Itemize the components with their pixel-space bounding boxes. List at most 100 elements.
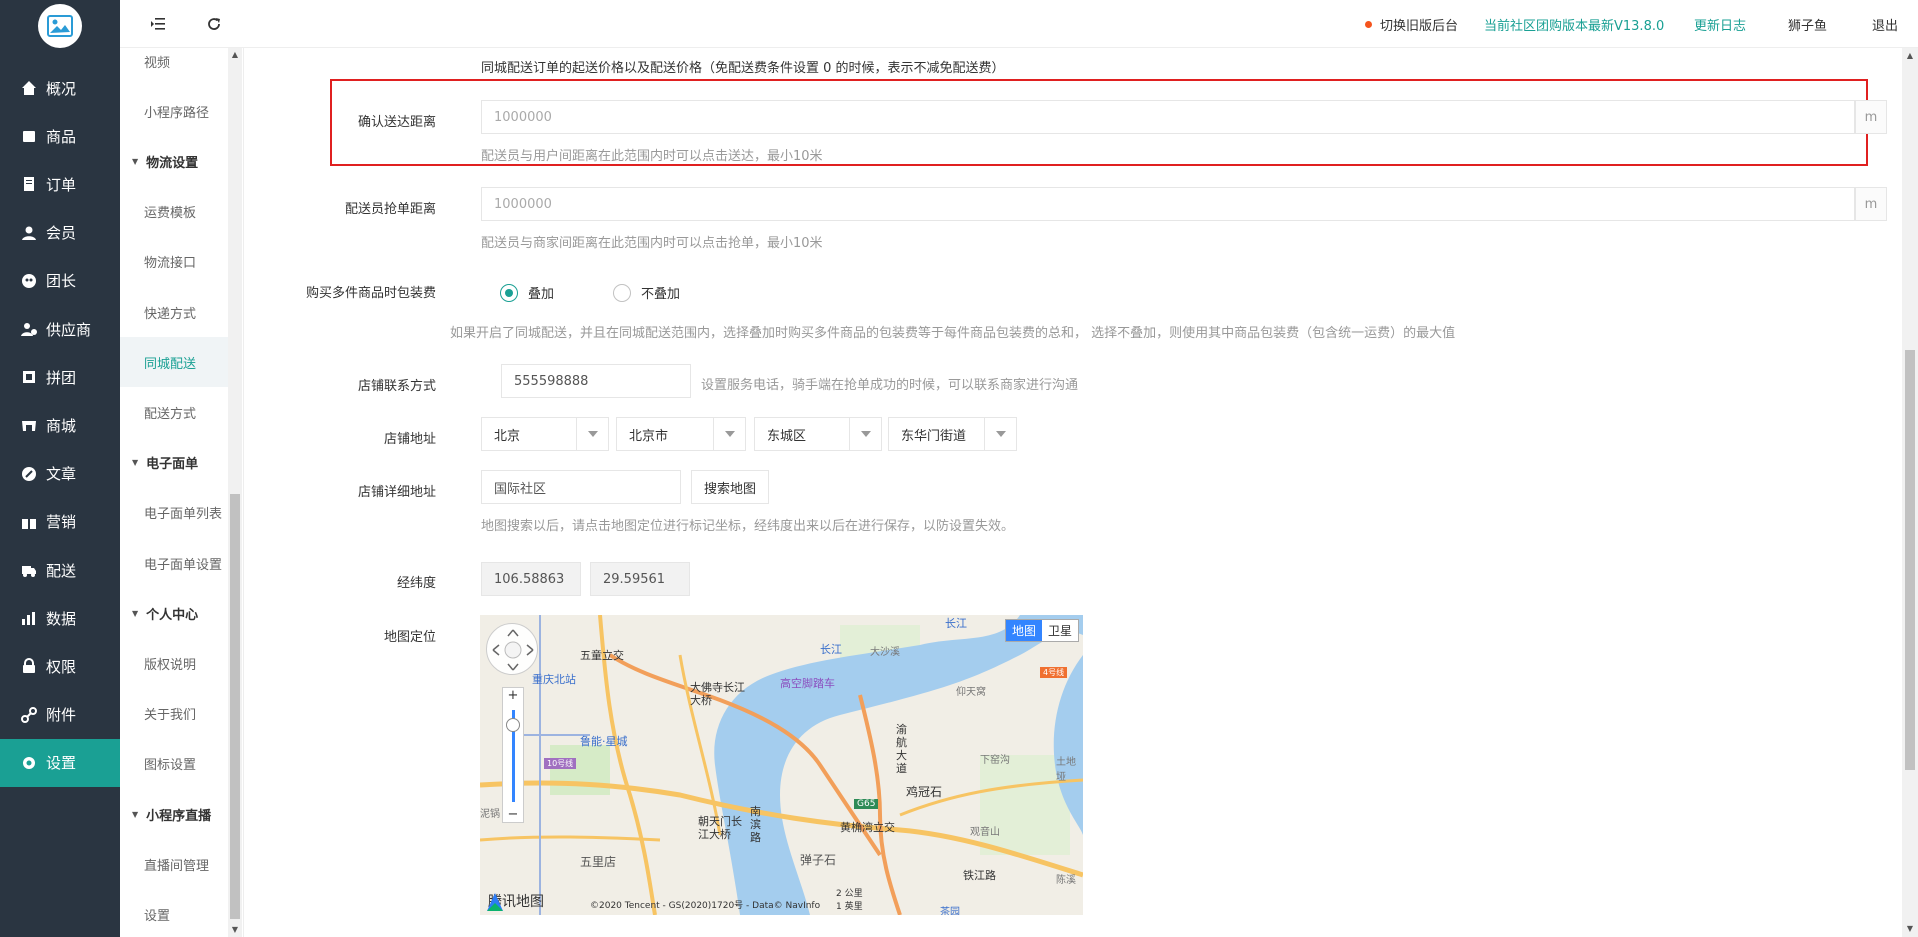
- sidebar-item-home[interactable]: 概况: [0, 64, 120, 112]
- submenu-item[interactable]: 直播间管理: [120, 839, 228, 889]
- province-select[interactable]: 北京: [481, 417, 609, 451]
- sidebar-item-leader[interactable]: 团长: [0, 257, 120, 305]
- search-map-button[interactable]: 搜索地图: [691, 470, 770, 504]
- place-label: 土地垭: [1056, 757, 1076, 783]
- scroll-thumb[interactable]: [230, 494, 240, 919]
- submenu-item[interactable]: 电子面单设置: [120, 538, 228, 588]
- scroll-down-icon[interactable]: ▼: [228, 923, 242, 937]
- submenu-item[interactable]: 快递方式: [120, 287, 228, 337]
- detail-address-input[interactable]: 国际社区: [481, 470, 681, 504]
- radio-no-stack-circle[interactable]: [613, 283, 631, 302]
- sidebar-item-gift[interactable]: 营销: [0, 498, 120, 546]
- logout-button[interactable]: 退出: [1872, 0, 1898, 48]
- latitude-input[interactable]: 29.59561: [590, 562, 690, 596]
- zoom-out-icon[interactable]: −: [503, 807, 523, 822]
- username-label[interactable]: 狮子鱼: [1788, 0, 1827, 48]
- sidebar-item-user[interactable]: 会员: [0, 209, 120, 257]
- zoom-handle[interactable]: [506, 718, 520, 732]
- confirm-distance-unit: m: [1855, 100, 1887, 134]
- zoom-in-icon[interactable]: +: [503, 688, 523, 703]
- submenu-group[interactable]: ▼ 小程序直播: [120, 789, 228, 839]
- submenu-item[interactable]: 图标设置: [120, 739, 228, 789]
- scroll-thumb[interactable]: [1905, 350, 1915, 770]
- settings-submenu: 视频 小程序路径 ▼ 物流设置 运费模板 物流接口 快递方式 同城配送 配送方式 ▼ 电子面单 电子面…: [120, 48, 244, 937]
- district-select[interactable]: 东城区: [754, 417, 882, 451]
- submenu-item[interactable]: 物流接口: [120, 237, 228, 287]
- sidebar-item-gear[interactable]: 设置: [0, 738, 120, 787]
- sidebar-item-label: 文章: [46, 465, 77, 484]
- sidebar-item-label: 附件: [46, 706, 77, 725]
- sidebar-item-label: 商品: [46, 127, 77, 146]
- tencent-map-logo: 腾讯地图: [484, 891, 544, 911]
- page-scrollbar[interactable]: ▲ ▼: [1902, 48, 1918, 937]
- sidebar-item-lock[interactable]: 权限: [0, 642, 120, 690]
- caret-down-icon: ▼: [132, 156, 139, 166]
- map-copyright: ©2020 Tencent - GS(2020)1720号 - Data© Na…: [590, 901, 821, 911]
- radio-stack-label: 叠加: [528, 287, 555, 302]
- sidebar-item-order[interactable]: 订单: [0, 160, 120, 208]
- street-select[interactable]: 东华门街道: [888, 417, 1017, 451]
- submenu-item[interactable]: 设置: [120, 889, 228, 937]
- version-link[interactable]: 当前社区团购版本最新V13.8.0: [1484, 0, 1664, 48]
- map-widget[interactable]: 五童立交 重庆北站 大佛寺长江大桥 高空脚踏车 大沙溪 鲁能·星城 渝航大道 鸡…: [480, 615, 1083, 915]
- scroll-down-icon[interactable]: ▼: [1902, 921, 1918, 937]
- submenu-item[interactable]: 同城配送: [120, 337, 228, 388]
- place-label: 铁江路: [963, 869, 996, 882]
- tab-map[interactable]: 地图: [1005, 620, 1042, 641]
- submenu-item[interactable]: 电子面单列表: [120, 488, 228, 538]
- sidebar-item-link[interactable]: 附件: [0, 691, 120, 739]
- highway-badge: G65: [854, 799, 879, 809]
- sidebar-item-label: 供应商: [46, 320, 92, 339]
- tab-satellite[interactable]: 卫星: [1042, 620, 1078, 641]
- submenu-label: 物流设置: [146, 155, 199, 171]
- refresh-icon[interactable]: [204, 14, 224, 34]
- sidebar-item-group[interactable]: 拼团: [0, 353, 120, 401]
- switch-old-link[interactable]: 切换旧版后台: [1365, 0, 1458, 48]
- sidebar-item-truck[interactable]: 配送: [0, 546, 120, 594]
- grab-distance-unit: m: [1855, 187, 1887, 221]
- sidebar-item-store[interactable]: 商城: [0, 401, 120, 449]
- sidebar-item-supplier[interactable]: 供应商: [0, 305, 120, 353]
- submenu-group[interactable]: ▼ 个人中心: [120, 588, 228, 638]
- sidebar-item-label: 拼团: [46, 368, 77, 387]
- confirm-distance-label: 确认送达距离: [357, 115, 436, 130]
- sidebar-item-chart[interactable]: 数据: [0, 594, 120, 642]
- submenu-item[interactable]: 配送方式: [120, 387, 228, 437]
- sidebar-item-article[interactable]: 文章: [0, 450, 120, 498]
- submenu-item[interactable]: 版权说明: [120, 638, 228, 688]
- submenu-item[interactable]: 视频: [120, 48, 228, 86]
- contact-label: 店铺联系方式: [357, 379, 436, 394]
- contact-input[interactable]: 555598888: [501, 364, 691, 398]
- map-zoom-control[interactable]: + −: [502, 687, 524, 823]
- map-label: 地图定位: [383, 630, 436, 645]
- scroll-up-icon[interactable]: ▲: [228, 48, 242, 62]
- grab-distance-input[interactable]: 1000000: [481, 187, 1855, 221]
- chevron-down-icon: [849, 418, 881, 450]
- longitude-input[interactable]: 106.58863: [481, 562, 581, 596]
- submenu-group[interactable]: ▼ 电子面单: [120, 438, 228, 488]
- submenu-item[interactable]: 运费模板: [120, 187, 228, 237]
- grab-distance-label: 配送员抢单距离: [344, 202, 436, 217]
- place-label: 高空脚踏车: [780, 677, 835, 690]
- changelog-link[interactable]: 更新日志: [1694, 0, 1746, 48]
- logo-avatar[interactable]: [38, 4, 82, 48]
- sidebar-item-label: 团长: [46, 272, 77, 291]
- city-select[interactable]: 北京市: [616, 417, 746, 451]
- submenu-item[interactable]: 小程序路径: [120, 86, 228, 136]
- place-label: 五里店: [580, 855, 617, 869]
- confirm-distance-input[interactable]: 1000000: [481, 100, 1855, 134]
- radio-stack[interactable]: 叠加: [500, 283, 554, 302]
- caret-down-icon: ▼: [132, 458, 139, 468]
- submenu-group[interactable]: ▼ 物流设置: [120, 136, 228, 186]
- submenu-item[interactable]: 关于我们: [120, 689, 228, 739]
- radio-no-stack[interactable]: 不叠加: [613, 283, 680, 302]
- submenu-scrollbar[interactable]: ▲ ▼: [228, 48, 242, 937]
- scroll-up-icon[interactable]: ▲: [1902, 48, 1918, 64]
- collapse-menu-icon[interactable]: [148, 14, 168, 34]
- user-icon: [20, 224, 38, 242]
- radio-stack-circle[interactable]: [500, 283, 518, 302]
- place-label: 渝航大道: [896, 723, 907, 775]
- caret-down-icon: ▼: [132, 608, 139, 618]
- map-pan-control[interactable]: [486, 623, 538, 675]
- sidebar-item-goods[interactable]: 商品: [0, 112, 120, 160]
